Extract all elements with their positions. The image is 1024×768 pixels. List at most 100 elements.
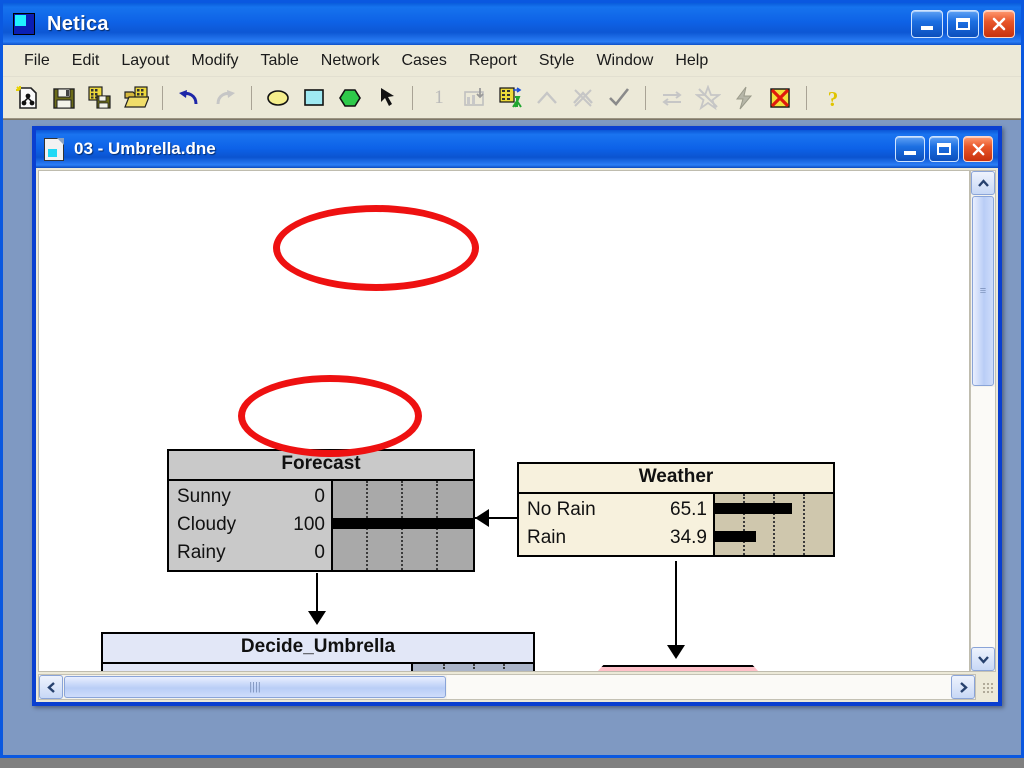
scroll-right-button[interactable] (951, 675, 975, 699)
one-icon: 1 (434, 86, 444, 108)
node-satisfaction[interactable]: Satisfaction (587, 665, 769, 671)
node-decide-umbrella-state-row[interactable]: Take It 37.4418 (111, 666, 411, 671)
node-weather[interactable]: Weather No Rain 65.1 Rain 34.9 (517, 462, 835, 557)
select-arrow-icon[interactable] (369, 81, 403, 115)
redo-icon (208, 81, 242, 115)
mdi-client-area: 03 - Umbrella.dne Forecast Sunny 0 Cloud… (3, 119, 1021, 755)
reset-findings-icon[interactable] (763, 81, 797, 115)
bar-fill-no-rain (715, 502, 792, 514)
close-icon (972, 143, 984, 155)
menu-file[interactable]: File (13, 49, 61, 73)
scroll-up-button[interactable] (971, 171, 995, 195)
toolbar: 1 ? (3, 77, 1021, 119)
horizontal-scrollbar-row: |||| (38, 672, 996, 700)
menu-network[interactable]: Network (310, 49, 391, 73)
node-forecast-rows: Sunny 0 Cloudy 100 Rainy 0 (169, 480, 473, 570)
node-forecast-state-row[interactable]: Rainy 0 (177, 539, 331, 567)
menu-report[interactable]: Report (458, 49, 528, 73)
bar-row (333, 537, 473, 565)
node-satisfaction-label: Satisfaction (587, 665, 769, 671)
minimize-icon (904, 151, 916, 155)
network-canvas[interactable]: Forecast Sunny 0 Cloudy 100 Rainy 0 Weat… (38, 170, 970, 672)
node-forecast-labels: Sunny 0 Cloudy 100 Rainy 0 (169, 481, 331, 570)
minimize-icon (921, 26, 933, 30)
new-network-icon[interactable] (11, 81, 45, 115)
close-button[interactable] (983, 10, 1015, 38)
chevron-right-icon (959, 681, 968, 693)
open-icon[interactable] (119, 81, 153, 115)
state-label: Rainy (177, 541, 226, 563)
toolbar-separator (645, 85, 646, 110)
maximize-button[interactable] (947, 10, 979, 38)
highlight-forecast-beliefs (273, 205, 479, 291)
document-maximize-button[interactable] (929, 136, 959, 162)
node-weather-state-row[interactable]: No Rain 65.1 (527, 496, 713, 524)
check-icon[interactable] (602, 81, 636, 115)
chevron-down-icon (977, 655, 989, 664)
menu-cases[interactable]: Cases (390, 49, 457, 73)
minimize-button[interactable] (911, 10, 943, 38)
document-minimize-button[interactable] (895, 136, 925, 162)
undo-icon[interactable] (172, 81, 206, 115)
scroll-down-button[interactable] (971, 647, 995, 671)
application-titlebar[interactable]: Netica (3, 3, 1021, 45)
menu-edit[interactable]: Edit (61, 49, 111, 73)
highlight-decide-utilities (238, 375, 422, 457)
menu-help[interactable]: Help (664, 49, 719, 73)
node-decide-umbrella-bars (411, 663, 533, 671)
horizontal-scrollbar-track[interactable] (447, 675, 951, 699)
state-label: Sunny (177, 485, 231, 507)
network-document-window: 03 - Umbrella.dne Forecast Sunny 0 Cloud… (32, 126, 1002, 706)
compile-network-icon[interactable] (494, 81, 528, 115)
document-titlebar[interactable]: 03 - Umbrella.dne (36, 130, 998, 168)
node-decide-umbrella[interactable]: Decide_Umbrella Take It 37.4418 Leave At… (101, 632, 535, 671)
application-title: Netica (47, 12, 109, 35)
link-weather-forecast-arrowhead (475, 509, 489, 527)
bar-row (333, 509, 473, 537)
absorb-node-icon (691, 81, 725, 115)
scroll-left-button[interactable] (39, 675, 63, 699)
bar-row (413, 664, 533, 671)
document-body: Forecast Sunny 0 Cloudy 100 Rainy 0 Weat… (36, 168, 998, 702)
menubar: File Edit Layout Modify Table Network Ca… (3, 45, 1021, 77)
document-close-button[interactable] (963, 136, 993, 162)
horizontal-scrollbar[interactable]: |||| (38, 674, 976, 700)
node-forecast-state-row[interactable]: Cloudy 100 (177, 511, 331, 539)
node-forecast[interactable]: Forecast Sunny 0 Cloudy 100 Rainy 0 (167, 449, 475, 572)
horizontal-scrollbar-thumb[interactable]: |||| (64, 676, 446, 698)
vertical-scrollbar-track[interactable] (971, 387, 995, 647)
maximize-icon (956, 18, 970, 30)
state-label: Rain (527, 526, 567, 548)
menu-style[interactable]: Style (528, 49, 586, 73)
toolbar-separator (162, 85, 163, 110)
node-forecast-state-row[interactable]: Sunny 0 (177, 483, 331, 511)
link-weather-satisfaction (675, 561, 677, 649)
resize-grip[interactable] (976, 672, 996, 696)
bar-row (333, 481, 473, 509)
vertical-scrollbar[interactable]: ≡ (970, 170, 996, 672)
node-weather-bars (713, 493, 833, 555)
menu-layout[interactable]: Layout (110, 49, 180, 73)
node-decide-umbrella-rows: Take It 37.4418 Leave At Home 65.1162 (103, 663, 533, 671)
node-weather-title: Weather (519, 464, 833, 494)
node-weather-state-row[interactable]: Rain 34.9 (527, 524, 713, 552)
save-icon[interactable] (47, 81, 81, 115)
propagate-icon[interactable] (727, 81, 761, 115)
help-icon[interactable]: ? (816, 81, 850, 115)
state-value: 34.9 (670, 526, 707, 548)
menu-modify[interactable]: Modify (180, 49, 249, 73)
link-forecast-decide (316, 573, 318, 615)
bar-row (715, 522, 833, 550)
menu-window[interactable]: Window (585, 49, 664, 73)
edit-table-icon (458, 81, 492, 115)
new-decision-node-icon[interactable] (297, 81, 331, 115)
menu-table[interactable]: Table (250, 49, 310, 73)
new-utility-node-icon[interactable] (333, 81, 367, 115)
state-value: 0 (314, 541, 325, 563)
netica-application-window: Netica File Edit Layout Modify Table Net… (0, 0, 1024, 758)
new-nature-node-icon[interactable] (261, 81, 295, 115)
save-as-icon[interactable] (83, 81, 117, 115)
reverse-link-icon (655, 81, 689, 115)
vertical-scrollbar-thumb[interactable]: ≡ (972, 196, 994, 386)
link-weather-satisfaction-arrowhead (667, 645, 685, 659)
